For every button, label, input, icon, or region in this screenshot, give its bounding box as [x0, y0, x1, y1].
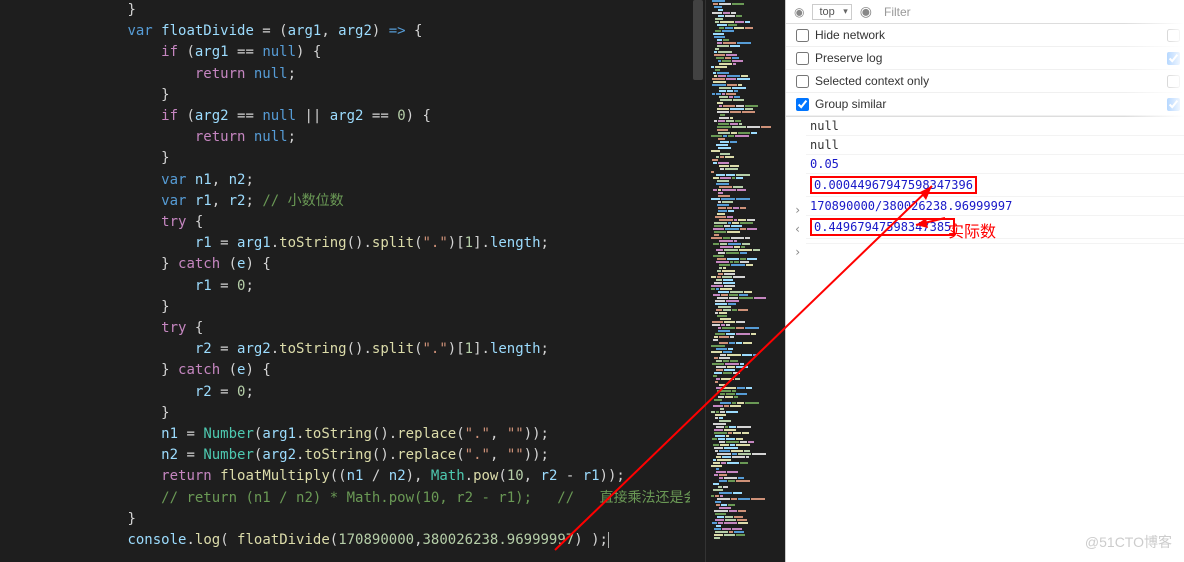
code-line[interactable]: if (arg1 == null) { — [60, 42, 705, 63]
filter-input[interactable]: Filter — [880, 3, 915, 21]
group-similar-checkbox[interactable]: Group similar — [786, 93, 896, 115]
preserve-log-label: Preserve log — [815, 51, 882, 65]
code-line[interactable]: } — [60, 0, 705, 21]
context-selector[interactable]: top — [812, 4, 851, 20]
code-line[interactable]: try { — [60, 212, 705, 233]
console-row[interactable]: 0.05 — [806, 155, 1184, 174]
code-line[interactable]: } — [60, 297, 705, 318]
code-line[interactable]: } — [60, 148, 705, 169]
group-similar-label: Group similar — [815, 97, 886, 111]
code-line[interactable]: n1 = Number(arg1.toString().replace(".",… — [60, 424, 705, 445]
annotation-text: 实际数 — [948, 218, 996, 242]
code-line[interactable]: if (arg2 == null || arg2 == 0) { — [60, 106, 705, 127]
watermark: @51CTO博客 — [1085, 532, 1172, 552]
preserve-log-checkbox[interactable]: Preserve log — [786, 47, 892, 69]
code-line[interactable]: r2 = arg2.toString().split(".")[1].lengt… — [60, 339, 705, 360]
code-line[interactable]: } catch (e) { — [60, 360, 705, 381]
code-line[interactable]: } — [60, 85, 705, 106]
code-line[interactable]: return null; — [60, 127, 705, 148]
console-row[interactable]: null — [806, 117, 1184, 136]
selected-context-label: Selected context only — [815, 74, 929, 88]
code-editor[interactable]: } var floatDivide = (arg1, arg2) => { if… — [0, 0, 705, 562]
devtools-toolbar: ◉ top ◉ Filter — [786, 0, 1184, 24]
code-line[interactable]: } — [60, 509, 705, 530]
hide-network-checkbox[interactable]: Hide network — [786, 24, 895, 46]
code-line[interactable]: try { — [60, 318, 705, 339]
code-line[interactable]: return null; — [60, 64, 705, 85]
code-line[interactable]: } — [60, 403, 705, 424]
console-row[interactable]: 0.00044967947598347396 — [806, 174, 1184, 197]
code-line[interactable]: r1 = 0; — [60, 276, 705, 297]
scrollbar-thumb[interactable] — [693, 0, 703, 80]
console-row[interactable]: 170890000/380026238.96999997 — [806, 197, 1184, 216]
code-line[interactable]: // return (n1 / n2) * Math.pow(10, r2 - … — [60, 488, 705, 509]
eye-icon[interactable]: ◉ — [794, 5, 804, 19]
code-line[interactable]: } catch (e) { — [60, 254, 705, 275]
console-row[interactable]: null — [806, 136, 1184, 155]
devtools-panel: ◉ top ◉ Filter Hide network Preserve log… — [785, 0, 1184, 562]
code-line[interactable]: var floatDivide = (arg1, arg2) => { — [60, 21, 705, 42]
code-line[interactable]: var r1, r2; // 小数位数 — [60, 191, 705, 212]
code-line[interactable]: r2 = 0; — [60, 382, 705, 403]
hide-network-label: Hide network — [815, 28, 885, 42]
minimap[interactable] — [705, 0, 785, 562]
code-line[interactable]: console.log( floatDivide(170890000,38002… — [60, 530, 705, 551]
eye-icon-2[interactable]: ◉ — [860, 3, 872, 20]
code-line[interactable]: return floatMultiply((n1 / n2), Math.pow… — [60, 466, 705, 487]
code-line[interactable]: r1 = arg1.toString().split(".")[1].lengt… — [60, 233, 705, 254]
selected-context-checkbox[interactable]: Selected context only — [786, 70, 939, 92]
code-line[interactable]: n2 = Number(arg2.toString().replace(".",… — [60, 445, 705, 466]
code-line[interactable]: var n1, n2; — [60, 170, 705, 191]
editor-scrollbar[interactable] — [690, 0, 705, 562]
